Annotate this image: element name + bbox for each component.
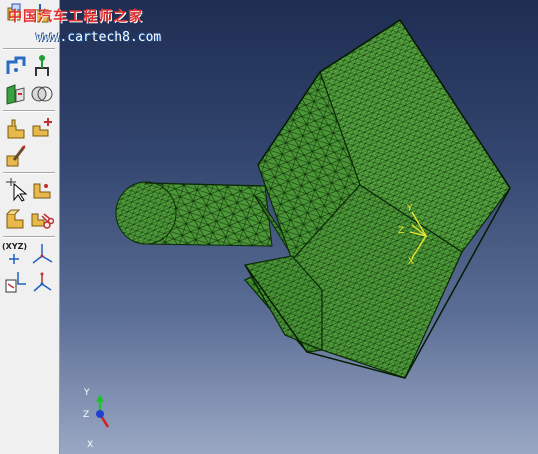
mesh-part-tool[interactable] bbox=[4, 116, 28, 140]
datum-point-tool[interactable] bbox=[30, 54, 54, 78]
mesh-model[interactable]: Y Z X Y Z X bbox=[60, 0, 538, 454]
toolbox-separator bbox=[3, 110, 55, 112]
partition-tool[interactable] bbox=[4, 82, 28, 106]
select-cursor-icon bbox=[6, 178, 28, 202]
delete-tool[interactable] bbox=[30, 206, 54, 230]
triad-z-label: Z bbox=[83, 410, 89, 420]
boolean-tool[interactable] bbox=[30, 82, 54, 106]
query-tool[interactable] bbox=[4, 178, 28, 202]
element-icon bbox=[6, 209, 24, 229]
view-triad: Y Z X bbox=[83, 388, 110, 450]
watermark-title: 中国汽车工程师之家 bbox=[8, 9, 143, 25]
create-node-tool[interactable] bbox=[4, 250, 28, 266]
triad-y-label: Y bbox=[83, 388, 90, 398]
csys-y-label: Y bbox=[406, 204, 413, 214]
transform-tool[interactable] bbox=[30, 270, 54, 294]
datum-icon bbox=[6, 56, 26, 74]
edit-mesh-tool[interactable] bbox=[30, 178, 54, 202]
offset-icon bbox=[5, 272, 26, 293]
csys-x-label: X bbox=[408, 257, 414, 267]
toolbox-separator bbox=[3, 172, 55, 174]
transform-icon bbox=[33, 272, 52, 292]
csys-tool[interactable] bbox=[30, 242, 54, 266]
offset-tool[interactable] bbox=[4, 270, 28, 294]
seed-icon bbox=[32, 118, 52, 137]
shaft bbox=[115, 181, 273, 247]
toolbox: (XYZ) bbox=[0, 0, 60, 454]
viewport[interactable]: Y Z X Y Z X bbox=[60, 0, 538, 454]
partition-icon bbox=[6, 84, 25, 105]
verify-mesh-icon bbox=[6, 145, 26, 167]
datum-point-icon bbox=[35, 55, 49, 76]
csys-z-label: Z bbox=[398, 226, 404, 236]
create-element-tool[interactable] bbox=[4, 206, 28, 230]
triad-x-label: X bbox=[87, 440, 93, 450]
toolbox-separator bbox=[3, 236, 55, 238]
block bbox=[244, 18, 511, 379]
seed-part-tool[interactable] bbox=[30, 116, 54, 140]
csys-icon bbox=[32, 244, 53, 264]
create-datum-tool[interactable] bbox=[4, 54, 28, 78]
node-xyz-icon bbox=[9, 254, 19, 264]
watermark-url: www.cartech8.com bbox=[36, 30, 162, 45]
mesh-part-icon bbox=[7, 119, 25, 139]
edit-mesh-icon bbox=[33, 183, 51, 199]
abaqus-window: (XYZ) Y Z X Y Z X 中国汽车工程师之家 www.cartech8… bbox=[0, 0, 538, 454]
scissors-icon bbox=[31, 213, 54, 229]
toolbox-separator bbox=[3, 48, 55, 50]
boolean-icon bbox=[31, 86, 53, 102]
verify-mesh-tool[interactable] bbox=[4, 144, 28, 168]
